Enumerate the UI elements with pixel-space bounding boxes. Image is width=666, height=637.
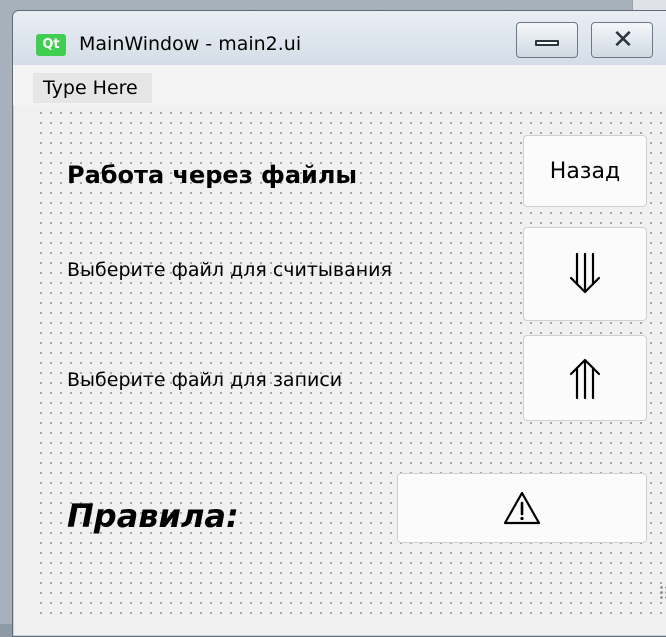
minimize-icon bbox=[535, 40, 559, 46]
minimize-button[interactable] bbox=[516, 22, 578, 58]
read-file-button[interactable] bbox=[523, 227, 647, 321]
heading-label: Работа через файлы bbox=[67, 161, 358, 189]
menu-type-here[interactable]: Type Here bbox=[33, 73, 152, 103]
read-file-label: Выберите файл для считывания bbox=[67, 259, 392, 281]
close-icon: ✕ bbox=[612, 25, 634, 55]
back-button-label: Назад bbox=[549, 158, 621, 184]
rules-button[interactable] bbox=[397, 473, 647, 543]
warning-icon bbox=[503, 491, 541, 525]
menu-bar: Type Here bbox=[13, 65, 666, 105]
main-window: Qt MainWindow - main2.ui ✕ Type Here Раб… bbox=[12, 10, 666, 637]
title-bar[interactable]: Qt MainWindow - main2.ui ✕ bbox=[13, 11, 666, 65]
triple-down-arrow-icon bbox=[569, 252, 601, 294]
back-button[interactable]: Назад bbox=[523, 135, 647, 207]
rules-label: Правила: bbox=[67, 497, 239, 535]
write-file-label: Выберите файл для записи bbox=[67, 369, 343, 391]
close-button[interactable]: ✕ bbox=[591, 22, 653, 58]
write-file-button[interactable] bbox=[523, 335, 647, 421]
window-title: MainWindow - main2.ui bbox=[79, 33, 302, 55]
resize-grip[interactable] bbox=[659, 585, 666, 601]
form-canvas: Работа через файлы Выберите файл для счи… bbox=[33, 105, 666, 615]
qt-logo-icon: Qt bbox=[36, 34, 66, 56]
triple-up-arrow-icon bbox=[569, 358, 601, 400]
